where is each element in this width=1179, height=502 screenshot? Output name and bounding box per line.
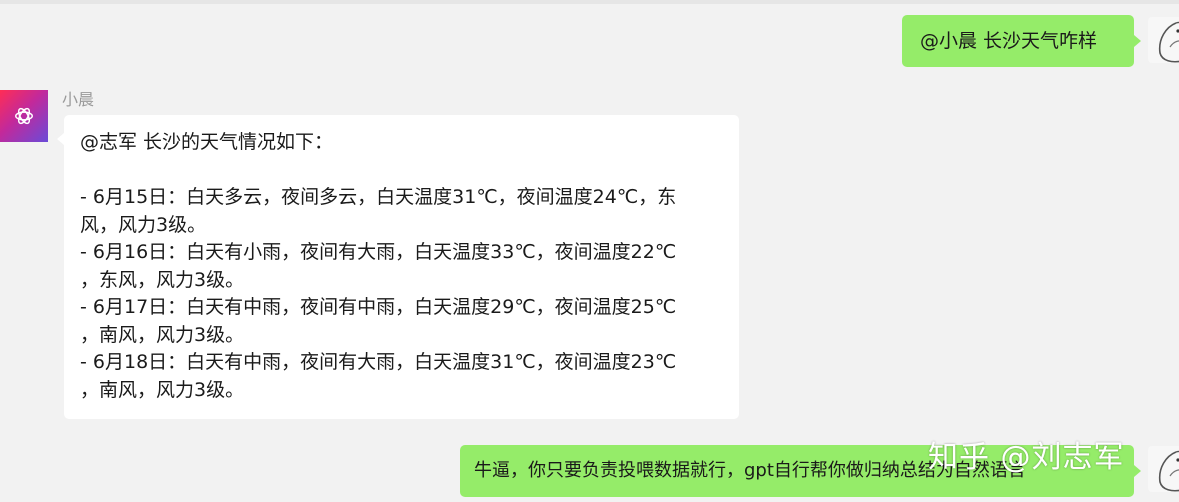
message-line: ，南风，风力3级。 [80, 323, 245, 346]
watermark: 知乎 @刘志军 [928, 440, 1125, 475]
message-line: ，南风，风力3级。 [80, 378, 245, 401]
openai-logo-icon [15, 107, 33, 125]
message-text: @小晨 长沙天气咋样 [920, 30, 1098, 52]
message-line-blank [80, 157, 723, 185]
my-avatar[interactable] [1148, 17, 1179, 63]
message-line: ，东风，风力3级。 [80, 268, 245, 291]
message-line: 风，风力3级。 [80, 213, 207, 236]
my-message-bubble[interactable]: @小晨 长沙天气咋样 [902, 15, 1141, 67]
message-line: - 6月17日：白天有中雨，夜间有中雨，白天温度29℃，夜间温度25℃ [80, 296, 677, 318]
message-line: - 6月18日：白天有中雨，夜间有大雨，白天温度31℃，夜间温度23℃ [80, 351, 677, 373]
message-line: - 6月16日：白天有小雨，夜间有大雨，白天温度33℃，夜间温度22℃ [80, 241, 677, 263]
message-line: @志军 长沙的天气情况如下： [80, 131, 334, 153]
top-divider [0, 0, 1179, 4]
bird-sketch-icon [1158, 450, 1179, 492]
message-line: - 6月15日：白天多云，夜间多云，白天温度31℃，夜间温度24℃，东 [80, 186, 677, 208]
sender-name: 小晨 [62, 90, 95, 109]
bot-avatar[interactable] [0, 90, 48, 142]
my-avatar[interactable] [1148, 446, 1179, 492]
bot-message-bubble[interactable]: @志军 长沙的天气情况如下： - 6月15日：白天多云，夜间多云，白天温度31℃… [57, 115, 739, 419]
bird-sketch-icon [1158, 21, 1179, 63]
